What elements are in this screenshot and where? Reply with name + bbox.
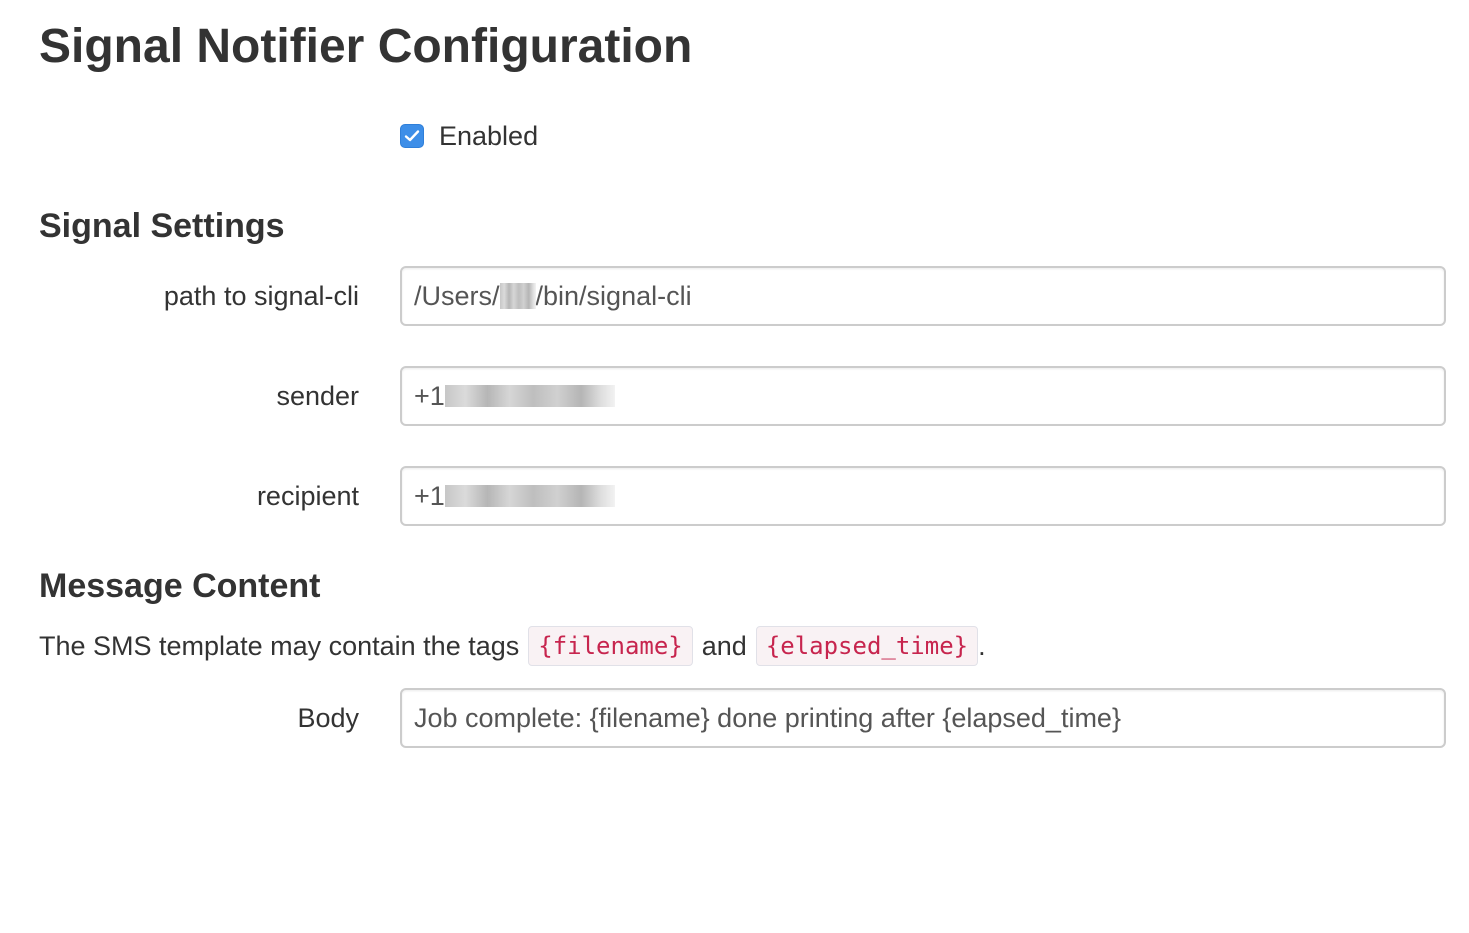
recipient-label: recipient bbox=[256, 481, 359, 511]
message-content-heading: Message Content bbox=[39, 567, 321, 605]
recipient-value-prefix: +1 bbox=[414, 480, 445, 511]
enabled-checkbox[interactable] bbox=[400, 124, 424, 148]
redacted-sender-number bbox=[444, 385, 615, 407]
help-text-before: The SMS template may contain the tags bbox=[39, 630, 520, 661]
path-input[interactable]: /Users/ /bin/signal-cli bbox=[400, 266, 1446, 326]
sender-input[interactable]: +1 bbox=[400, 366, 1446, 426]
body-label: Body bbox=[297, 703, 359, 733]
sender-label: sender bbox=[276, 381, 359, 411]
template-help-text: The SMS template may contain the tags {f… bbox=[39, 624, 986, 668]
check-icon bbox=[404, 130, 420, 142]
redacted-username bbox=[499, 283, 536, 309]
filename-tag: {filename} bbox=[528, 626, 693, 666]
path-value-prefix: /Users/ bbox=[414, 280, 500, 311]
help-text-after: . bbox=[978, 630, 986, 661]
enabled-row: Enabled bbox=[400, 118, 538, 154]
body-row: Body Job complete: {filename} done print… bbox=[0, 688, 1469, 748]
body-input[interactable]: Job complete: {filename} done printing a… bbox=[400, 688, 1446, 748]
path-row: path to signal-cli /Users/ /bin/signal-cl… bbox=[0, 266, 1469, 326]
signal-settings-heading: Signal Settings bbox=[39, 207, 285, 245]
enabled-label[interactable]: Enabled bbox=[439, 121, 538, 152]
recipient-row: recipient +1 bbox=[0, 466, 1469, 526]
sender-row: sender +1 bbox=[0, 366, 1469, 426]
path-label: path to signal-cli bbox=[163, 281, 359, 311]
sender-value-prefix: +1 bbox=[414, 380, 445, 411]
path-value-suffix: /bin/signal-cli bbox=[535, 280, 692, 311]
page-title: Signal Notifier Configuration bbox=[39, 20, 693, 73]
recipient-input[interactable]: +1 bbox=[400, 466, 1446, 526]
elapsed-time-tag: {elapsed_time} bbox=[755, 626, 979, 666]
help-text-and: and bbox=[701, 630, 747, 661]
redacted-recipient-number bbox=[444, 485, 615, 507]
